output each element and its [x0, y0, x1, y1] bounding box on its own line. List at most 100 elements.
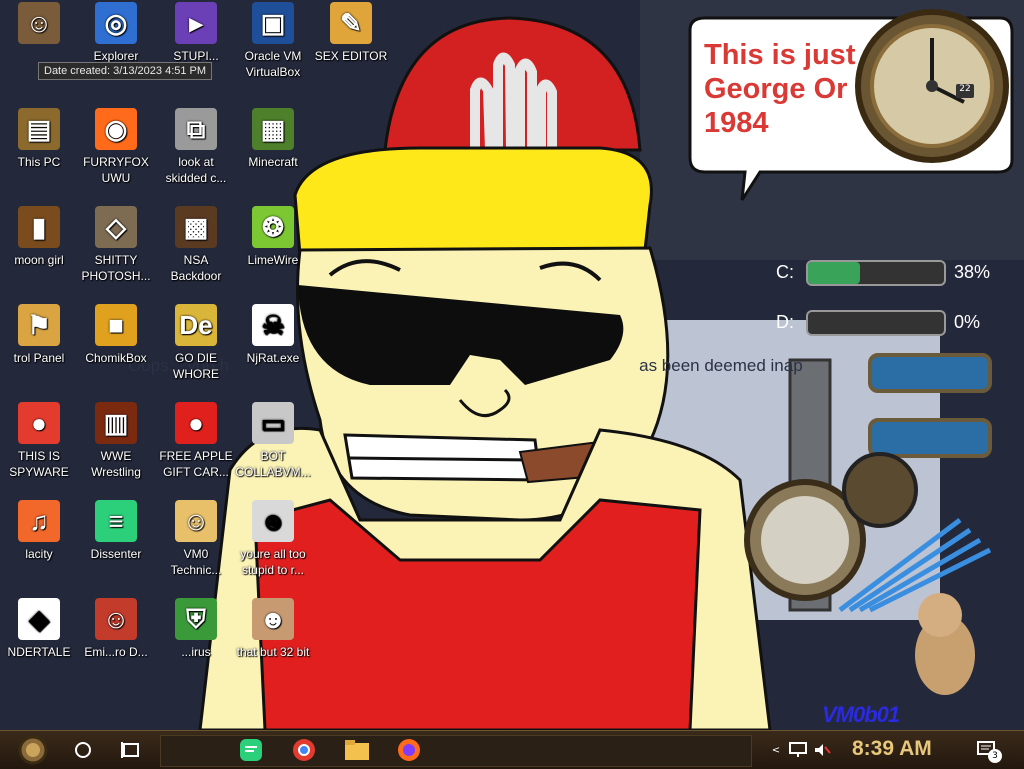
desktop-icon[interactable]: ▤ This PC: [0, 108, 78, 170]
desktop-icon[interactable]: ◎ Explorer: [77, 2, 155, 64]
copy-icon: ⧉: [175, 108, 217, 150]
drive-label-c: C:: [776, 262, 794, 282]
desktop-icon-label: NSA Backdoor: [170, 253, 222, 283]
desktop-icon-label: This PC: [17, 155, 61, 169]
apple-icon: ●: [175, 402, 217, 444]
desktop-icon[interactable]: ▸ STUPI...: [157, 2, 235, 64]
desktop-icon-label: ...irus: [181, 645, 211, 659]
desktop-icon-label: FURRYFOX UWU: [83, 155, 149, 185]
desktop-icon[interactable]: ☠ NjRat.exe: [234, 304, 312, 366]
desktop-icon[interactable]: ☺ Emi...ro D...: [77, 598, 155, 660]
desktop-icon[interactable]: ⧉ look at skidded c...: [157, 108, 235, 186]
desktop-icon[interactable]: ✎ SEX EDITOR: [312, 2, 390, 64]
desktop-icon-label: Oracle VM VirtualBox: [244, 49, 302, 79]
drive-percent-c: 38%: [954, 262, 991, 282]
audacity-icon: ♫: [18, 500, 60, 542]
desktop-icon[interactable]: ▥ WWE Wrestling: [77, 402, 155, 480]
portrait-icon: ☻: [252, 500, 294, 542]
unity-icon: ◆: [18, 598, 60, 640]
meter-fill-c: [808, 262, 860, 284]
shield-icon: ⛨: [175, 598, 217, 640]
desktop-icon[interactable]: ⚑ trol Panel: [0, 304, 78, 366]
desktop-icon-label: moon girl: [14, 253, 64, 267]
meter-tube-c: [806, 260, 946, 286]
desktop-icon-label: NDERTALE: [7, 645, 71, 659]
tray-chevron-icon[interactable]: <: [766, 735, 786, 765]
monitor-icon: ▭: [252, 402, 294, 444]
desktop-icon[interactable]: ▩ NSA Backdoor: [157, 206, 235, 284]
desktop-icon-label: SHITTY PHOTOSH...: [81, 253, 151, 283]
desktop-icon[interactable]: ≡ Dissenter: [77, 500, 155, 562]
desktop-icon[interactable]: ◉ FURRYFOX UWU: [77, 108, 155, 186]
firefox-icon[interactable]: [392, 735, 426, 765]
skull-icon: ☠: [252, 304, 294, 346]
tv-icon: ▥: [95, 402, 137, 444]
globe-icon: ◎: [95, 2, 137, 44]
desktop-icon[interactable]: ▮ moon girl: [0, 206, 78, 268]
desktop-icon[interactable]: ■ ChomikBox: [77, 304, 155, 366]
desktop-icon-label: that but 32 bit: [236, 645, 310, 659]
desktop-icon[interactable]: ☻ youre all too stupid to r...: [234, 500, 312, 578]
radio-icon: ▩: [175, 206, 217, 248]
desktop-icon[interactable]: ▣ Oracle VM VirtualBox: [234, 2, 312, 80]
desktop-icon-label: trol Panel: [13, 351, 65, 365]
notification-badge: 3: [988, 749, 1002, 763]
desktop-icon[interactable]: ⛨ ...irus: [157, 598, 235, 660]
steampunk-clock: [855, 9, 1009, 163]
desktop-icon[interactable]: ● FREE APPLE GIFT CAR...: [157, 402, 235, 480]
drive-percent-d: 0%: [954, 312, 981, 332]
desktop-icon-label: BOT COLLABVM...: [235, 449, 311, 479]
gimp-icon: ◇: [95, 206, 137, 248]
desktop-icon[interactable]: ◇ SHITTY PHOTOSH...: [77, 206, 155, 284]
notification-center-icon[interactable]: 3: [970, 735, 1004, 765]
desktop-icon-label: Emi...ro D...: [84, 645, 148, 659]
desktop-icon[interactable]: De GO DIE WHORE: [157, 304, 235, 382]
dissenter-icon[interactable]: [234, 735, 268, 765]
file-explorer-icon[interactable]: [340, 735, 374, 765]
desktop-icon[interactable]: ● THIS IS SPYWARE: [0, 402, 78, 480]
speech-line-2: George Or: [704, 73, 848, 105]
desktop-icon-label: LimeWire: [247, 253, 299, 267]
clock-day: 22: [956, 84, 974, 98]
editor-icon: ✎: [330, 2, 372, 44]
desktop-icon-label: Minecraft: [248, 155, 298, 169]
desktop-icon[interactable]: ☻ that but 32 bit: [234, 598, 312, 660]
steampunk-start-icon[interactable]: [10, 735, 56, 765]
book-icon: ▮: [18, 206, 60, 248]
desktop-icon-label: SEX EDITOR: [314, 49, 388, 63]
portrait2-icon: ☻: [252, 598, 294, 640]
desktop-icon[interactable]: ◆ NDERTALE: [0, 598, 78, 660]
de-icon: De: [175, 304, 217, 346]
desktop-icon-label: THIS IS SPYWARE: [9, 449, 69, 479]
chrome-icon[interactable]: [287, 735, 321, 765]
speech-line-1: This is just: [704, 39, 856, 71]
desktop-icon[interactable]: ▭ BOT COLLABVM...: [234, 402, 312, 480]
desktop-icon-label: lacity: [25, 547, 53, 561]
network-icon[interactable]: [788, 735, 808, 765]
desktop-icon[interactable]: ♫ lacity: [0, 500, 78, 562]
taskbar-clock[interactable]: 8:39 AM: [852, 737, 932, 761]
desktop-icon[interactable]: ▦ Minecraft: [234, 108, 312, 170]
hank-photo-icon: ☺: [18, 2, 60, 44]
vm-watermark: VM0b01: [822, 702, 900, 727]
speech-bubble-text: This is just George Or 1984: [704, 38, 874, 140]
speech-line-3: 1984: [704, 107, 769, 139]
desktop-icon[interactable]: ❂ LimeWire: [234, 206, 312, 268]
visual-studio-icon: ▸: [175, 2, 217, 44]
dissenter-icon: ≡: [95, 500, 137, 542]
page-text-right: as been deemed inap: [639, 356, 803, 375]
volume-muted-icon[interactable]: [812, 735, 832, 765]
desktop-icon[interactable]: ☺ VM0 Technic...: [157, 500, 235, 578]
virtualbox-icon: ▣: [252, 2, 294, 44]
desktop-icon[interactable]: ☺: [0, 2, 78, 48]
technician-icon: ☺: [175, 500, 217, 542]
limewire-icon: ❂: [252, 206, 294, 248]
meter-tube-d: [806, 310, 946, 336]
hank-icon: ☺: [95, 598, 137, 640]
task-view-icon[interactable]: [116, 735, 146, 765]
taskbar: < 8:39 AM 3: [0, 730, 1024, 769]
circle-search-icon[interactable]: [68, 735, 98, 765]
lamp-icon: ⚑: [18, 304, 60, 346]
desktop-icon-label: Dissenter: [90, 547, 142, 561]
drive-label-d: D:: [776, 312, 794, 332]
